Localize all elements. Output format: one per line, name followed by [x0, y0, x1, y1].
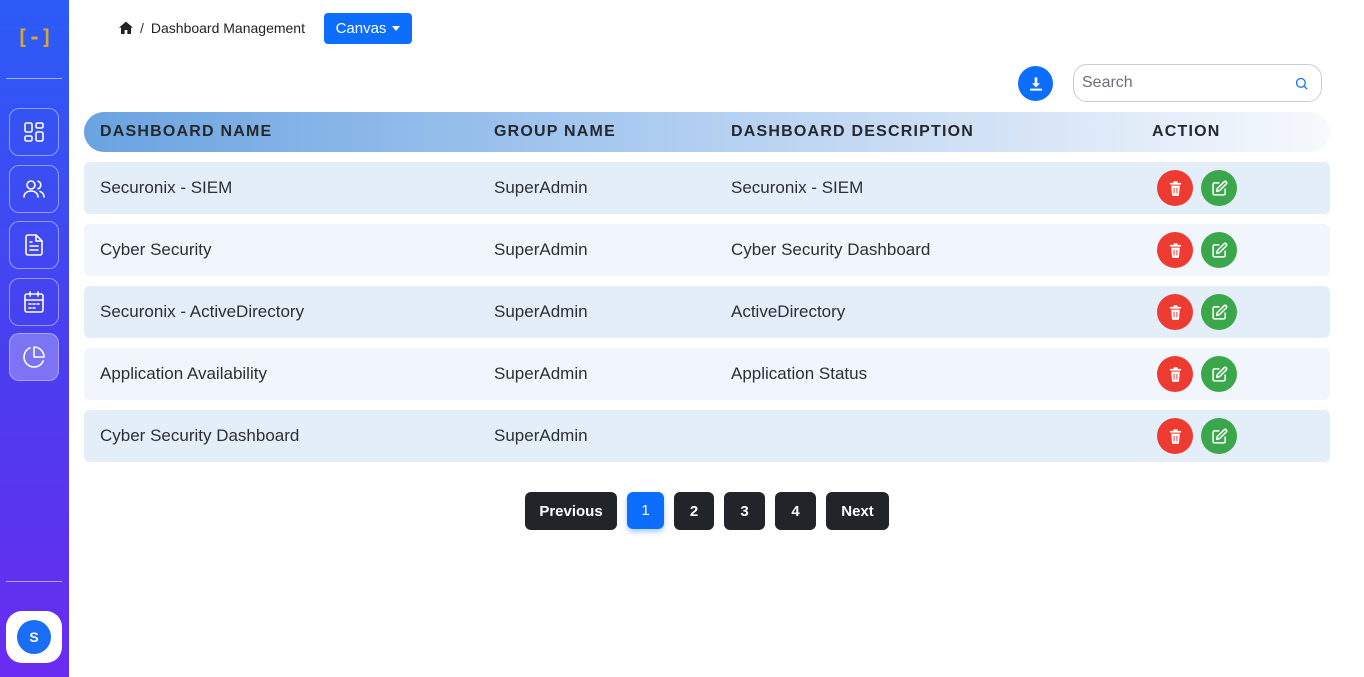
home-icon[interactable] [118, 20, 134, 36]
download-icon [1029, 76, 1042, 91]
cell-dashboard-name: Cyber Security [100, 240, 212, 259]
sidebar-item-dashboards[interactable] [9, 108, 59, 156]
row-actions [1157, 348, 1237, 400]
table-row: Securonix - SIEM SuperAdmin Securonix - … [84, 162, 1330, 214]
cell-group-name: SuperAdmin [494, 426, 588, 445]
trash-icon [1169, 366, 1181, 382]
pagination-page-2[interactable]: 2 [674, 492, 714, 530]
sidebar: [-] S [0, 0, 69, 677]
cell-dashboard-name: Application Availability [100, 364, 267, 383]
edit-icon [1211, 180, 1227, 196]
trash-icon [1169, 180, 1181, 196]
edit-button[interactable] [1201, 294, 1237, 330]
pagination-previous-button[interactable]: Previous [525, 492, 617, 530]
cell-dashboard-name: Cyber Security Dashboard [100, 426, 300, 445]
column-header-group-name[interactable]: GROUP NAME [494, 112, 616, 152]
breadcrumb-current: Dashboard Management [150, 20, 305, 36]
user-profile[interactable]: S [6, 611, 62, 663]
search-input[interactable] [1082, 74, 1294, 92]
edit-icon [1211, 304, 1227, 320]
row-actions [1157, 224, 1237, 276]
search-box [1073, 64, 1322, 102]
sidebar-item-dashboard-management[interactable] [9, 333, 59, 381]
delete-button[interactable] [1157, 418, 1193, 454]
trash-icon [1169, 428, 1181, 444]
edit-icon [1211, 242, 1227, 258]
row-actions [1157, 286, 1237, 338]
edit-button[interactable] [1201, 356, 1237, 392]
trash-icon [1169, 242, 1181, 258]
cell-dashboard-name: Securonix - ActiveDirectory [100, 302, 305, 321]
pagination-next-button[interactable]: Next [826, 492, 889, 530]
pagination-page-3[interactable]: 3 [724, 492, 765, 530]
delete-button[interactable] [1157, 170, 1193, 206]
pagination-page-4[interactable]: 4 [775, 492, 816, 530]
row-actions [1157, 162, 1237, 214]
sidebar-divider-top [6, 78, 62, 79]
search-icon[interactable] [1294, 76, 1309, 91]
cell-dashboard-description: ActiveDirectory [731, 302, 846, 321]
trash-icon [1169, 304, 1181, 320]
calendar-icon [24, 291, 44, 313]
table-row: Cyber Security Dashboard SuperAdmin [84, 410, 1330, 462]
document-icon [25, 234, 43, 256]
edit-button[interactable] [1201, 232, 1237, 268]
sidebar-item-calendar[interactable] [9, 278, 59, 326]
column-header-dashboard-name[interactable]: DASHBOARD NAME [100, 112, 272, 152]
edit-button[interactable] [1201, 170, 1237, 206]
users-icon [23, 180, 45, 198]
table-row: Cyber Security SuperAdmin Cyber Security… [84, 224, 1330, 276]
delete-button[interactable] [1157, 294, 1193, 330]
row-actions [1157, 410, 1237, 462]
edit-button[interactable] [1201, 418, 1237, 454]
app-logo[interactable]: [-] [0, 22, 69, 52]
cell-group-name: SuperAdmin [494, 178, 588, 197]
canvas-dropdown-button[interactable]: Canvas [324, 13, 412, 44]
delete-button[interactable] [1157, 356, 1193, 392]
table-header: DASHBOARD NAME GROUP NAME DASHBOARD DESC… [84, 112, 1330, 152]
cell-group-name: SuperAdmin [494, 364, 588, 383]
table-row: Application Availability SuperAdmin Appl… [84, 348, 1330, 400]
canvas-button-label: Canvas [335, 20, 387, 37]
dashboard-grid-icon [24, 122, 44, 142]
sidebar-item-users[interactable] [9, 165, 59, 213]
cell-group-name: SuperAdmin [494, 302, 588, 321]
caret-down-icon [392, 26, 401, 31]
cell-dashboard-description: Cyber Security Dashboard [731, 240, 931, 259]
table-row: Securonix - ActiveDirectory SuperAdmin A… [84, 286, 1330, 338]
breadcrumb: / Dashboard Management [118, 18, 305, 38]
pie-chart-icon [23, 346, 45, 368]
sidebar-divider-bottom [6, 581, 62, 582]
cell-group-name: SuperAdmin [494, 240, 588, 259]
edit-icon [1211, 428, 1227, 444]
delete-button[interactable] [1157, 232, 1193, 268]
breadcrumb-separator: / [140, 20, 144, 36]
download-button[interactable] [1018, 66, 1053, 101]
column-header-dashboard-description[interactable]: DASHBOARD DESCRIPTION [731, 112, 974, 152]
column-header-action: ACTION [1152, 123, 1221, 140]
cell-dashboard-name: Securonix - SIEM [100, 178, 233, 197]
avatar[interactable]: S [17, 620, 51, 654]
cell-dashboard-description: Securonix - SIEM [731, 178, 864, 197]
cell-dashboard-description: Application Status [731, 364, 868, 383]
edit-icon [1211, 366, 1227, 382]
pagination-page-1[interactable]: 1 [627, 492, 664, 529]
sidebar-item-reports[interactable] [9, 221, 59, 269]
